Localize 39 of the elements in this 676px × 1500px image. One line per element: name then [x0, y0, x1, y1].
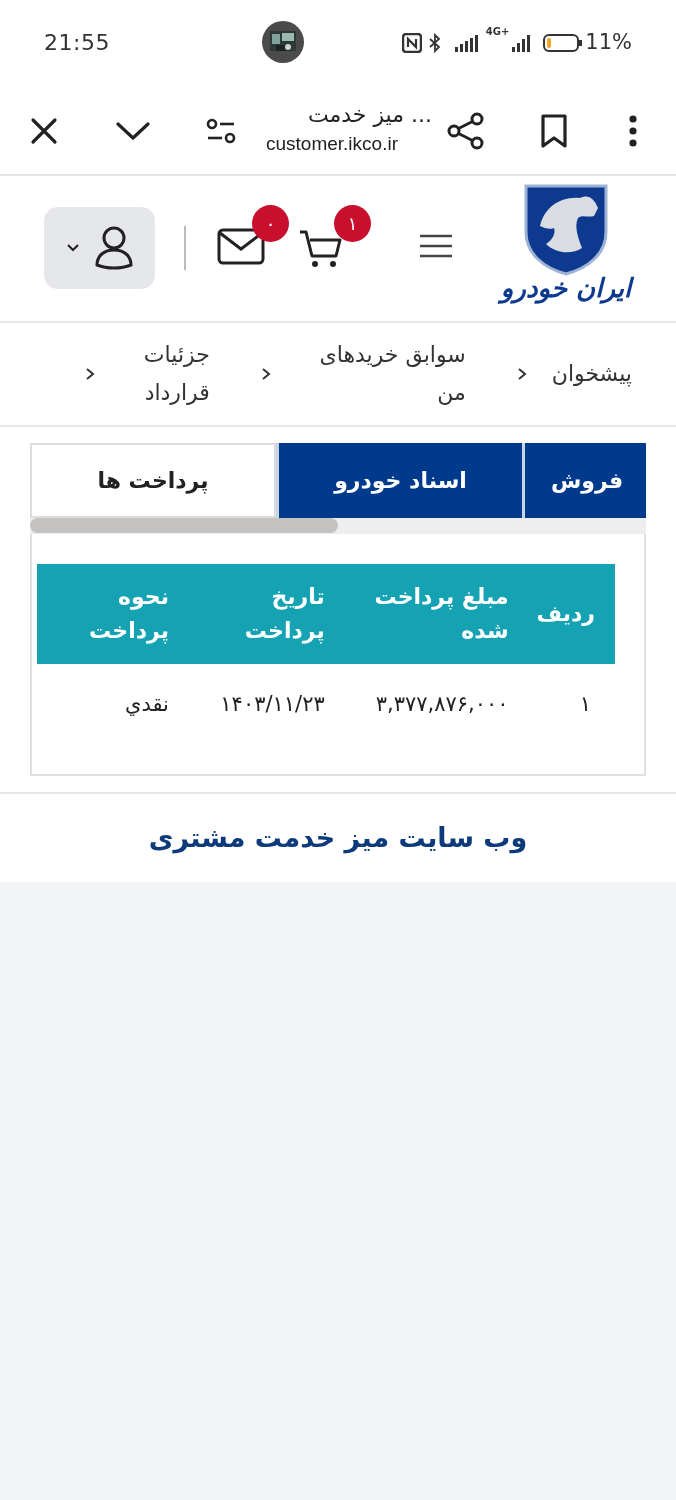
close-icon	[30, 117, 58, 145]
signal-icon	[453, 32, 480, 53]
bookmark-icon	[540, 114, 568, 148]
battery-percent: 11%	[585, 28, 632, 56]
table-cell: نقدي	[37, 664, 189, 746]
caret-icon	[65, 243, 80, 253]
envelope-icon	[217, 228, 267, 266]
sliders-icon	[206, 118, 236, 144]
page-url[interactable]: customer.ikco.ir	[266, 131, 398, 157]
cart-count-badge: ۱	[334, 205, 371, 242]
messages-button[interactable]	[217, 228, 267, 266]
tab[interactable]: اسناد خودرو	[276, 443, 522, 518]
nfc-icon	[401, 32, 422, 53]
battery-icon	[543, 32, 584, 53]
scrollbar-thumb[interactable]	[30, 518, 338, 533]
user-menu-button[interactable]	[44, 207, 155, 289]
tab[interactable]: پرداخت ها	[30, 443, 276, 518]
menu-icon	[418, 233, 454, 259]
tab[interactable]: فروش	[522, 443, 646, 518]
breadcrumb-link[interactable]: جزئیات قرارداد	[119, 336, 210, 412]
user-icon	[93, 225, 134, 271]
chevron-down-icon	[116, 121, 150, 141]
column-header: ردیف	[528, 564, 615, 664]
table-cell: ۳,۳۷۷,۸۷۶,۰۰۰	[344, 664, 529, 746]
network-label: 4G+	[485, 26, 510, 37]
breadcrumb-link[interactable]: پیشخوان	[551, 355, 632, 393]
share-button[interactable]	[446, 111, 486, 151]
column-header: نحوه پرداخت	[37, 564, 189, 664]
breadcrumb-link[interactable]: سوابق خریدهای من	[295, 336, 466, 412]
column-header: مبلغ پرداخت شده	[344, 564, 529, 664]
share-icon	[447, 112, 485, 150]
column-header: تاریخ پرداخت	[188, 564, 345, 664]
messages-count-badge: ۰	[252, 205, 289, 242]
table-cell: ۱۴۰۳/۱۱/۲۳	[188, 664, 345, 746]
status-time: 21:55	[44, 29, 111, 57]
bluetooth-icon	[427, 32, 442, 53]
page-title[interactable]: میز خدمت ...	[307, 99, 432, 131]
more-icon	[629, 115, 637, 147]
table-cell: ۱	[528, 664, 615, 746]
